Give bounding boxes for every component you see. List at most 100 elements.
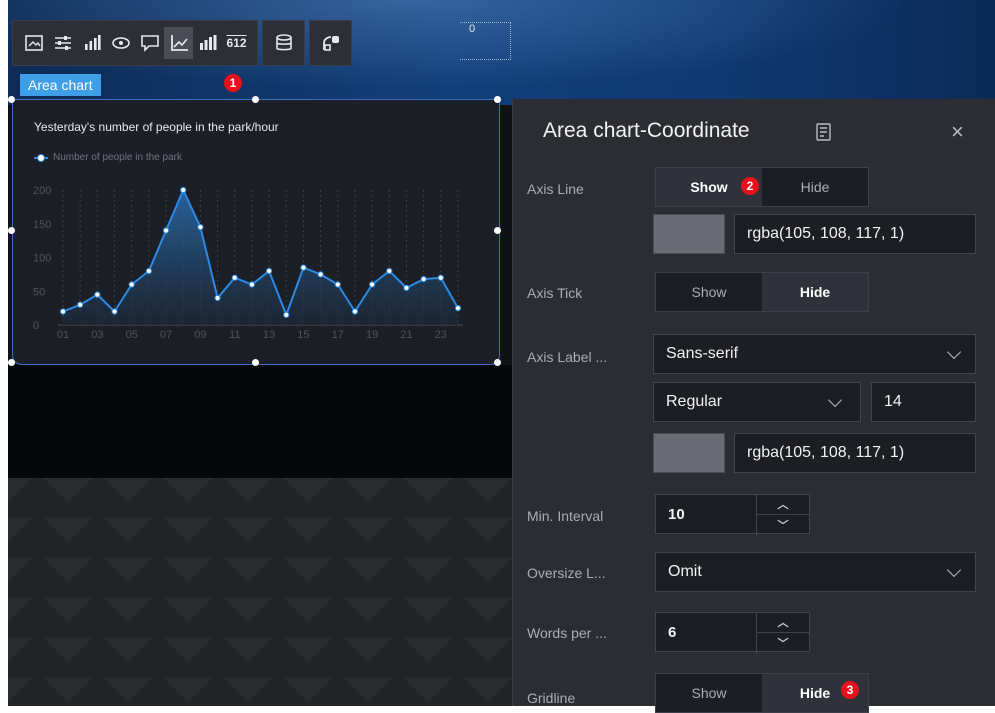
- data-point: [59, 308, 67, 315]
- data-point: [248, 281, 256, 288]
- x-tick-label: 03: [91, 329, 103, 341]
- chevron-down-icon: [827, 392, 843, 408]
- axis-tick-hide-option[interactable]: Hide: [762, 273, 868, 311]
- resize-handle[interactable]: [8, 96, 15, 103]
- x-tick-label: 17: [332, 329, 344, 341]
- toolbar-group-interaction: [309, 20, 352, 66]
- axis-label-size-input[interactable]: 14: [871, 382, 976, 422]
- component-tag[interactable]: Area chart: [20, 74, 101, 96]
- x-tick-label: 15: [297, 329, 309, 341]
- stepper-buttons: ︿ ﹀: [756, 494, 809, 536]
- data-point: [454, 305, 462, 312]
- area-chart-widget[interactable]: Yesterday's number of people in the park…: [12, 99, 500, 365]
- data-point: [369, 281, 376, 288]
- oversize-label: Oversize L...: [527, 565, 606, 581]
- axis-tick-label: Axis Tick: [527, 285, 583, 301]
- y-tick-label: 150: [33, 219, 51, 231]
- font-select-value: Sans-serif: [666, 345, 739, 362]
- data-point: [351, 308, 359, 315]
- increment-icon[interactable]: ︿: [757, 612, 809, 632]
- data-point: [437, 274, 444, 281]
- data-point: [420, 276, 427, 283]
- bars-icon[interactable]: [193, 27, 222, 59]
- coordinate-settings-panel: Area chart-Coordinate × Axis Line Show H…: [512, 99, 995, 713]
- axis-label-color-swatch[interactable]: [653, 433, 725, 473]
- data-point: [300, 264, 307, 271]
- resize-handle[interactable]: [494, 96, 501, 103]
- axis-line-color-swatch[interactable]: [653, 214, 725, 254]
- database-icon[interactable]: [269, 27, 298, 59]
- x-tick-label: 01: [57, 329, 69, 341]
- document-help-icon[interactable]: [816, 123, 832, 141]
- number-label: 612: [226, 36, 247, 50]
- axis-line-label: Axis Line: [527, 181, 584, 197]
- words-per-stepper[interactable]: 6 ︿ ﹀: [655, 612, 810, 654]
- y-tick-label: 50: [33, 286, 45, 298]
- y-tick-label: 200: [33, 185, 51, 197]
- resize-handle[interactable]: [8, 359, 15, 366]
- words-per-label: Words per ...: [527, 625, 607, 641]
- x-tick-label: 07: [160, 329, 172, 341]
- panel-title: Area chart-Coordinate: [543, 119, 750, 142]
- decrement-icon[interactable]: ﹀: [757, 632, 809, 653]
- chevron-down-icon: [946, 344, 962, 360]
- data-point: [111, 308, 118, 315]
- axis-line-color-input[interactable]: rgba(105, 108, 117, 1): [734, 214, 976, 254]
- stepper-buttons: ︿ ﹀: [756, 612, 809, 654]
- oversize-select[interactable]: Omit: [655, 552, 976, 592]
- axis-label-font-select[interactable]: Sans-serif: [653, 334, 976, 374]
- x-tick-label: 05: [126, 329, 138, 341]
- toolbar-group-main: 612: [12, 20, 258, 66]
- x-tick-label: 21: [400, 329, 412, 341]
- interaction-icon[interactable]: [316, 27, 345, 59]
- x-tick-label: 09: [194, 329, 206, 341]
- resize-handle[interactable]: [494, 227, 501, 234]
- eye-icon[interactable]: [106, 27, 135, 59]
- data-point: [317, 271, 324, 278]
- weight-select-value: Regular: [666, 393, 723, 410]
- axis-tick-show-option[interactable]: Show: [656, 273, 762, 311]
- data-point: [162, 227, 170, 234]
- step-badge-2: 2: [741, 177, 759, 195]
- data-point: [77, 301, 84, 308]
- data-point: [180, 186, 187, 194]
- chart-plot: 0 50 100 150 200 01 03 05 07 09 11 13 15 17 19 21 23: [33, 185, 463, 341]
- component-toolbar: 612: [12, 20, 352, 66]
- min-interval-stepper[interactable]: 10 ︿ ﹀: [655, 494, 810, 536]
- resize-handle[interactable]: [252, 96, 259, 103]
- axis-label-label: Axis Label ...: [527, 349, 608, 365]
- step-badge-3: 3: [841, 681, 859, 699]
- gridline-label: Gridline: [527, 690, 576, 706]
- resize-handle[interactable]: [494, 359, 501, 366]
- data-point: [231, 274, 238, 281]
- image-icon[interactable]: [19, 27, 48, 59]
- increment-icon[interactable]: ︿: [757, 494, 809, 514]
- data-point: [197, 224, 204, 231]
- chevron-down-icon: [946, 562, 962, 578]
- bar-chart-icon[interactable]: [77, 27, 106, 59]
- decrement-icon[interactable]: ﹀: [757, 514, 809, 535]
- sliders-icon[interactable]: [48, 27, 77, 59]
- gridline-toggle: Show Hide: [655, 673, 869, 713]
- data-point: [283, 311, 290, 318]
- axis-line-hide-option[interactable]: Hide: [762, 168, 868, 206]
- data-point: [386, 267, 393, 275]
- axis-line-toggle: Show Hide: [655, 167, 869, 207]
- x-tick-label: 11: [229, 329, 240, 341]
- data-point: [128, 281, 135, 288]
- data-point: [94, 291, 101, 298]
- number-icon[interactable]: 612: [222, 27, 251, 59]
- axis-label-color-input[interactable]: rgba(105, 108, 117, 1): [734, 433, 976, 473]
- gridline-show-option[interactable]: Show: [656, 674, 762, 712]
- x-tick-label: 13: [263, 329, 275, 341]
- data-point: [214, 294, 221, 302]
- data-point: [265, 267, 273, 275]
- data-point: [403, 284, 410, 291]
- resize-handle[interactable]: [252, 359, 259, 366]
- axis-icon[interactable]: [164, 27, 193, 59]
- resize-handle[interactable]: [8, 227, 15, 234]
- comment-icon[interactable]: [135, 27, 164, 59]
- axis-label-weight-select[interactable]: Regular: [653, 382, 861, 422]
- close-icon[interactable]: ×: [951, 119, 964, 145]
- step-badge-1: 1: [224, 74, 242, 92]
